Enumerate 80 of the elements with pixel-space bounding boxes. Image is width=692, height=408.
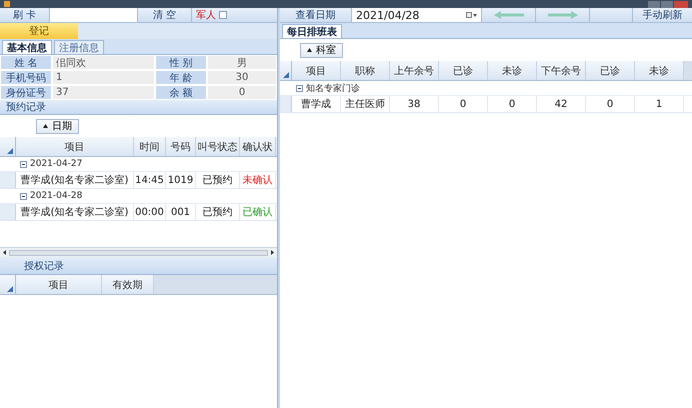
- calendar-dropdown-icon[interactable]: [466, 12, 477, 18]
- group-name: 知名专家门诊: [306, 82, 360, 94]
- field-value: 1: [52, 70, 155, 85]
- row-indicator[interactable]: [0, 172, 16, 188]
- caret-up-icon: [43, 124, 48, 128]
- column-header[interactable]: 已诊: [439, 61, 488, 80]
- clear-button[interactable]: 清 空: [138, 8, 192, 22]
- table-cell: 1: [635, 96, 684, 112]
- field-label: 手机号码: [0, 70, 52, 85]
- field-label: 姓 名: [0, 55, 52, 70]
- register-button[interactable]: 登记: [0, 23, 78, 39]
- field-label: 余 额: [155, 85, 207, 100]
- field-label: 身份证号: [0, 85, 52, 100]
- group-by-chip[interactable]: 科室: [300, 42, 343, 58]
- column-header[interactable]: 项目: [16, 137, 134, 156]
- table-cell: 已预约: [196, 172, 240, 188]
- corner-triangle-icon: [7, 148, 13, 154]
- app-icon: [4, 1, 10, 7]
- header-filler: [684, 61, 692, 80]
- refresh-button[interactable]: 手动刷新: [632, 8, 692, 22]
- table-cell: 14:45: [134, 172, 166, 188]
- table-cell: 0: [488, 96, 537, 112]
- column-header[interactable]: 已诊: [586, 61, 635, 80]
- table-cell: 42: [537, 96, 586, 112]
- caret-up-icon: [307, 48, 312, 52]
- table-cell: 曹学成(知名专家二诊室): [16, 204, 134, 220]
- column-header[interactable]: 号码: [166, 137, 196, 156]
- column-header[interactable]: 未诊: [488, 61, 537, 80]
- row-indicator[interactable]: [0, 204, 16, 220]
- field-label: 年 龄: [155, 70, 207, 85]
- field-value: 0: [207, 85, 277, 100]
- table-cell: 00:00: [134, 204, 166, 220]
- confirm-status: 已确认: [240, 204, 276, 220]
- table-cell: 曹学成: [292, 96, 341, 112]
- column-header[interactable]: 确认状: [240, 137, 276, 156]
- military-checkbox[interactable]: [219, 11, 227, 19]
- table-cell: 主任医师: [341, 96, 390, 112]
- field-value: 男: [207, 55, 277, 70]
- table-cell: 曹学成(知名专家二诊室): [16, 172, 134, 188]
- column-header[interactable]: 职称: [341, 61, 390, 80]
- table-cell: 38: [390, 96, 439, 112]
- left-arrow-icon: [494, 11, 524, 19]
- info-tab[interactable]: 基本信息: [2, 40, 52, 54]
- group-date: 2021-04-28: [30, 191, 82, 201]
- field-label: 性 别: [155, 55, 207, 70]
- collapse-icon[interactable]: [20, 160, 27, 168]
- date-picker[interactable]: 2021/04/28: [352, 8, 482, 22]
- group-by-chip[interactable]: 日期: [36, 118, 79, 134]
- collapse-icon[interactable]: [296, 84, 303, 92]
- section-header: 授权记录: [0, 257, 277, 275]
- group-date: 2021-04-27: [30, 159, 82, 169]
- column-header[interactable]: 时间: [134, 137, 166, 156]
- table-cell: 001: [166, 204, 196, 220]
- window-controls-icon[interactable]: [648, 0, 688, 8]
- scroll-left-icon[interactable]: [3, 250, 6, 255]
- military-label: 军人: [196, 9, 216, 22]
- column-header[interactable]: 叫号状态: [196, 137, 240, 156]
- field-value: 30: [207, 70, 277, 85]
- column-header[interactable]: 上午余号: [390, 61, 439, 80]
- table-cell: 1019: [166, 172, 196, 188]
- table-cell: 已预约: [196, 204, 240, 220]
- card-input[interactable]: [50, 8, 138, 22]
- horizontal-scrollbar[interactable]: [9, 250, 268, 256]
- corner-triangle-icon: [283, 72, 289, 78]
- confirm-status: 未确认: [240, 172, 276, 188]
- scroll-right-icon[interactable]: [271, 250, 274, 255]
- field-value: 佀同欢: [52, 55, 155, 70]
- column-header[interactable]: 项目: [16, 275, 102, 294]
- column-header[interactable]: 下午余号: [537, 61, 586, 80]
- section-header: 预约记录: [0, 100, 277, 115]
- schedule-tab[interactable]: 每日排班表: [282, 24, 342, 38]
- column-header[interactable]: 项目: [292, 61, 341, 80]
- table-cell: 0: [586, 96, 635, 112]
- info-tab[interactable]: 注册信息: [54, 40, 104, 54]
- row-indicator[interactable]: [280, 96, 292, 112]
- field-value: 37: [52, 85, 155, 100]
- collapse-icon[interactable]: [20, 192, 27, 200]
- corner-triangle-icon: [7, 286, 13, 292]
- table-cell: 0: [439, 96, 488, 112]
- right-arrow-icon: [548, 11, 578, 19]
